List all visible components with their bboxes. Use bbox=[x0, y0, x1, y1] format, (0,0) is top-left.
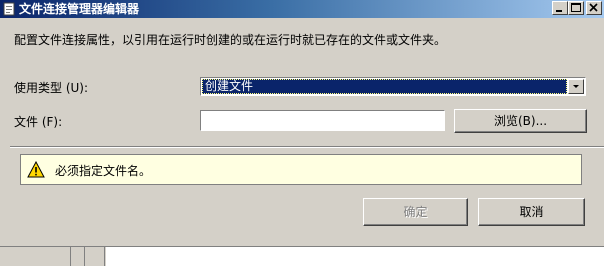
window-icon bbox=[2, 2, 16, 16]
validation-message-text: 必须指定文件名。 bbox=[55, 164, 152, 178]
validation-message-bar: 必须指定文件名。 bbox=[20, 154, 582, 185]
cancel-button[interactable]: 取消 bbox=[478, 198, 585, 226]
dialog-window: 文件连接管理器编辑器 配置文件连接属性，以引用在运行时创建的或在运行时就已存在的… bbox=[0, 0, 604, 266]
file-path-input[interactable] bbox=[200, 110, 445, 131]
close-icon bbox=[589, 3, 598, 12]
section-divider bbox=[10, 146, 604, 148]
chevron-down-icon bbox=[573, 85, 579, 88]
usage-type-dropdown-button[interactable] bbox=[568, 79, 584, 94]
minimize-icon bbox=[556, 10, 562, 12]
bottom-panel-edge-left bbox=[70, 247, 71, 266]
bottom-panel-content bbox=[106, 247, 604, 266]
usage-type-label: 使用类型 (U): bbox=[14, 81, 89, 95]
title-bar[interactable]: 文件连接管理器编辑器 bbox=[0, 0, 604, 18]
usage-type-selection: 创建文件 bbox=[202, 79, 567, 94]
ok-button[interactable]: 确定 bbox=[363, 198, 468, 226]
bottom-strip bbox=[0, 246, 604, 266]
window-title: 文件连接管理器编辑器 bbox=[19, 2, 140, 16]
maximize-icon bbox=[571, 3, 581, 12]
bottom-panel-edge-right bbox=[104, 247, 105, 266]
usage-type-value: 创建文件 bbox=[205, 79, 254, 93]
dialog-description: 配置文件连接属性，以引用在运行时创建的或在运行时就已存在的文件或文件夹。 bbox=[14, 33, 447, 47]
browse-button[interactable]: 浏览(B)... bbox=[454, 109, 587, 133]
file-label: 文件 (F): bbox=[14, 115, 63, 129]
ok-button-label: 确定 bbox=[403, 205, 428, 219]
bottom-panel-edge-mid bbox=[84, 247, 85, 266]
minimize-button[interactable] bbox=[552, 1, 568, 15]
cancel-button-label: 取消 bbox=[519, 205, 544, 219]
usage-type-select[interactable]: 创建文件 bbox=[200, 77, 586, 96]
maximize-button[interactable] bbox=[568, 1, 584, 15]
close-button[interactable] bbox=[586, 1, 602, 15]
browse-button-label: 浏览(B)... bbox=[493, 114, 548, 128]
warning-icon bbox=[27, 160, 45, 178]
